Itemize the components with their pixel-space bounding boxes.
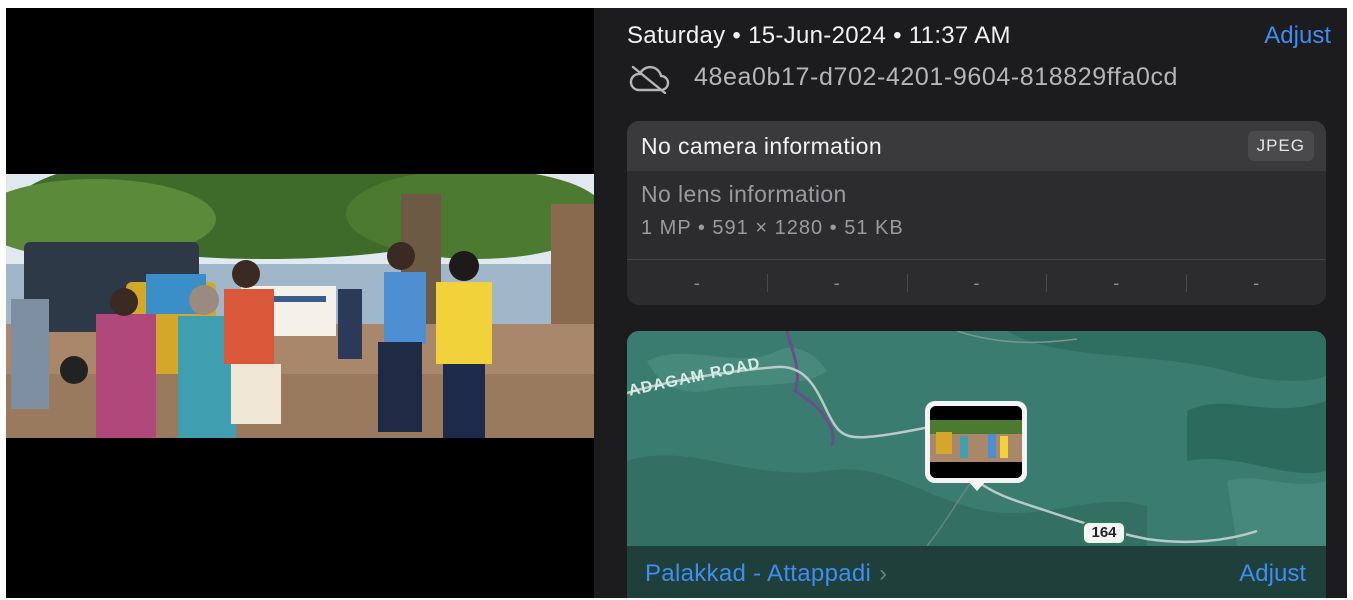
location-map[interactable]: ADAGAM ROAD 164 Palakkad - Attappadi › A… bbox=[627, 331, 1326, 598]
cloud-off-icon bbox=[629, 65, 670, 94]
pin-thumbnail-image bbox=[930, 406, 1022, 478]
camera-info-card: No camera information JPEG No lens infor… bbox=[627, 121, 1326, 305]
photo-preview[interactable] bbox=[6, 174, 594, 438]
pin-pointer bbox=[968, 481, 986, 491]
asset-identifier: 48ea0b17-d702-4201-9604-818829ffa0cd bbox=[694, 63, 1179, 91]
exif-iso: - bbox=[693, 273, 700, 293]
adjust-date-button[interactable]: Adjust bbox=[1264, 22, 1331, 50]
exif-shutter: - bbox=[1186, 261, 1326, 305]
exif-row: - - - - - bbox=[627, 261, 1326, 305]
map-footer: Palakkad - Attappadi › Adjust bbox=[627, 546, 1326, 598]
photo-info-view: Saturday • 15-Jun-2024 • 11:37 AM Adjust… bbox=[6, 8, 1347, 598]
info-panel: Saturday • 15-Jun-2024 • 11:37 AM Adjust… bbox=[594, 8, 1347, 598]
camera-info-header: No camera information JPEG bbox=[627, 121, 1326, 171]
image-specs: 1 MP • 591 × 1280 • 51 KB bbox=[641, 217, 904, 239]
camera-title: No camera information bbox=[641, 133, 883, 159]
exif-aperture: - bbox=[1046, 261, 1186, 305]
adjust-location-button[interactable]: Adjust bbox=[1239, 560, 1306, 588]
photo-image bbox=[6, 174, 594, 438]
photo-viewer bbox=[6, 8, 594, 598]
format-badge: JPEG bbox=[1247, 131, 1314, 161]
exif-focal-length: - bbox=[766, 261, 907, 305]
pin-thumbnail bbox=[930, 406, 1022, 478]
route-shield: 164 bbox=[1082, 521, 1126, 545]
photo-location-pin[interactable] bbox=[925, 401, 1027, 483]
location-link[interactable]: Palakkad - Attappadi › bbox=[645, 560, 887, 588]
capture-date: Saturday • 15-Jun-2024 • 11:37 AM bbox=[627, 22, 1011, 49]
lens-info: No lens information bbox=[641, 181, 847, 207]
location-name: Palakkad - Attappadi bbox=[645, 560, 872, 587]
chevron-right-icon: › bbox=[879, 560, 888, 587]
divider bbox=[627, 259, 1326, 260]
exif-exposure: - bbox=[906, 261, 1047, 305]
